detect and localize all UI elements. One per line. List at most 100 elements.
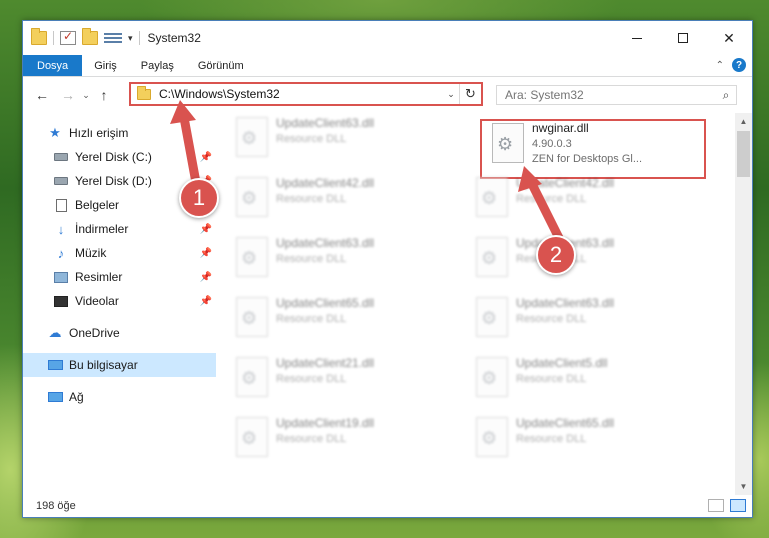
list-item[interactable]: UpdateClient63.dllResource DLL (466, 233, 686, 287)
highlighted-file-nwginar[interactable]: nwginar.dll 4.90.0.3 ZEN for Desktops Gl… (480, 119, 706, 179)
toolbar-separator (53, 31, 54, 45)
sidebar-item-network[interactable]: Ağ (23, 385, 216, 409)
list-view-icon[interactable] (104, 33, 122, 43)
recent-locations-button[interactable]: ⌄ (79, 90, 93, 101)
file-desc: Resource DLL (276, 133, 347, 145)
list-item[interactable]: UpdateClient42.dll Resource DLL (466, 173, 686, 227)
sidebar-item-label: Resimler (75, 270, 123, 284)
file-desc: Resource DLL (516, 193, 587, 205)
refresh-button[interactable]: ↻ (459, 84, 481, 104)
file-desc: Resource DLL (276, 373, 347, 385)
computer-icon (47, 358, 63, 372)
help-icon[interactable]: ? (732, 58, 746, 72)
list-item[interactable]: UpdateClient63.dll Resource DLL (226, 233, 446, 287)
status-bar: 198 öğe (23, 495, 752, 517)
sidebar-item-music[interactable]: ♪ Müzik 📌 (23, 241, 216, 265)
search-input[interactable] (505, 88, 716, 102)
file-name: UpdateClient63.dll (516, 296, 615, 310)
file-name: UpdateClient5.dll (516, 356, 608, 370)
up-button[interactable]: ↑ (93, 87, 115, 103)
sidebar-item-label: Müzik (75, 246, 107, 260)
minimize-icon (632, 37, 642, 39)
pictures-icon (53, 270, 69, 284)
pin-icon[interactable]: 📌 (200, 224, 212, 235)
pin-icon[interactable]: 📌 (200, 272, 212, 283)
file-desc: Resource DLL (276, 253, 347, 265)
back-button[interactable]: ← (31, 87, 53, 103)
navigation-pane: ★ Hızlı erişim Yerel Disk (C:) 📌 Yerel D… (23, 113, 216, 495)
list-item[interactable]: UpdateClient63.dll Resource DLL (466, 293, 686, 347)
dll-file-icon (236, 297, 268, 337)
close-button[interactable]: ✕ (706, 21, 752, 55)
dll-file-icon (476, 417, 508, 457)
new-folder-icon[interactable] (82, 28, 98, 45)
list-item[interactable]: UpdateClient65.dll Resource DLL (226, 293, 446, 347)
sidebar-item-videos[interactable]: Videolar 📌 (23, 289, 216, 313)
pin-icon[interactable]: 📌 (200, 248, 212, 259)
maximize-icon (678, 33, 688, 43)
sidebar-item-label: Yerel Disk (C:) (75, 150, 152, 164)
dll-file-icon (476, 177, 508, 217)
vertical-scrollbar[interactable]: ▲ ▼ (735, 113, 752, 495)
qat-dropdown-icon[interactable]: ▾ (128, 33, 133, 44)
file-desc: Resource DLL (276, 433, 347, 445)
tab-share[interactable]: Paylaş (129, 55, 186, 76)
sidebar-item-onedrive[interactable]: ☁ OneDrive (23, 321, 216, 345)
list-item[interactable]: UpdateClient5.dll Resource DLL (466, 353, 686, 407)
file-name: UpdateClient65.dll (516, 416, 615, 430)
ribbon-right-controls: ⌃ ? (716, 58, 746, 72)
sidebar-item-label: Ağ (69, 390, 84, 404)
tab-view[interactable]: Görünüm (186, 55, 256, 76)
pin-icon[interactable]: 📌 (200, 152, 212, 163)
dll-file-icon (476, 357, 508, 397)
file-name: nwginar.dll (532, 121, 589, 135)
list-item[interactable]: UpdateClient21.dll Resource DLL (226, 353, 446, 407)
list-item[interactable]: UpdateClient19.dll Resource DLL (226, 413, 446, 467)
list-item[interactable]: UpdateClient65.dll Resource DLL (466, 413, 686, 467)
step-1-badge: 1 (179, 178, 219, 218)
properties-check-icon[interactable] (60, 29, 76, 45)
window-controls: ✕ (614, 21, 752, 55)
file-name: UpdateClient65.dll (276, 296, 375, 310)
dll-file-icon (236, 177, 268, 217)
sidebar-item-local-disk-c[interactable]: Yerel Disk (C:) 📌 (23, 145, 216, 169)
tab-home[interactable]: Giriş (82, 55, 129, 76)
minimize-button[interactable] (614, 21, 660, 55)
list-item[interactable]: UpdateClient63.dllResource DLL (226, 113, 446, 167)
file-desc: ZEN for Desktops Gl... (532, 153, 643, 165)
file-name: UpdateClient42.dll (516, 176, 615, 190)
sidebar-item-label: OneDrive (69, 326, 120, 340)
file-desc: Resource DLL (276, 193, 347, 205)
list-item[interactable]: UpdateClient42.dll Resource DLL (226, 173, 446, 227)
expand-ribbon-icon[interactable]: ⌃ (716, 60, 724, 71)
sidebar-item-this-pc[interactable]: Bu bilgisayar (23, 353, 216, 377)
maximize-button[interactable] (660, 21, 706, 55)
pin-icon[interactable]: 📌 (200, 296, 212, 307)
dll-file-icon (476, 237, 508, 277)
scroll-up-icon[interactable]: ▲ (735, 113, 752, 130)
window-title: System32 (147, 31, 201, 45)
search-box[interactable]: ⌕ (496, 85, 737, 105)
file-desc: Resource DLL (276, 313, 347, 325)
file-list: UpdateClient63.dll Resource DLL UpdateCli… (216, 113, 752, 495)
address-path[interactable]: C:\Windows\System32 (159, 87, 443, 101)
search-icon[interactable]: ⌕ (716, 88, 736, 103)
forward-button[interactable]: → (57, 87, 79, 103)
music-icon: ♪ (57, 245, 65, 261)
tiles-view-icon[interactable] (730, 499, 746, 512)
file-name: UpdateClient63.dll (276, 236, 375, 250)
sidebar-item-pictures[interactable]: Resimler 📌 (23, 265, 216, 289)
item-count: 198 öğe (36, 500, 76, 512)
address-dropdown-icon[interactable]: ⌄ (443, 89, 459, 100)
sidebar-item-quick-access[interactable]: ★ Hızlı erişim (23, 121, 216, 145)
address-bar[interactable]: C:\Windows\System32 ⌄ ↻ (129, 82, 483, 106)
title-bar: ▾ System32 ✕ (23, 21, 752, 55)
file-desc: Resource DLL (516, 313, 587, 325)
scroll-down-icon[interactable]: ▼ (735, 478, 752, 495)
sidebar-item-downloads[interactable]: ↓ İndirmeler 📌 (23, 217, 216, 241)
tab-file[interactable]: Dosya (23, 55, 83, 76)
network-icon (47, 390, 63, 404)
dll-file-icon (236, 417, 268, 457)
scroll-thumb[interactable] (737, 131, 750, 177)
details-view-icon[interactable] (708, 499, 724, 512)
